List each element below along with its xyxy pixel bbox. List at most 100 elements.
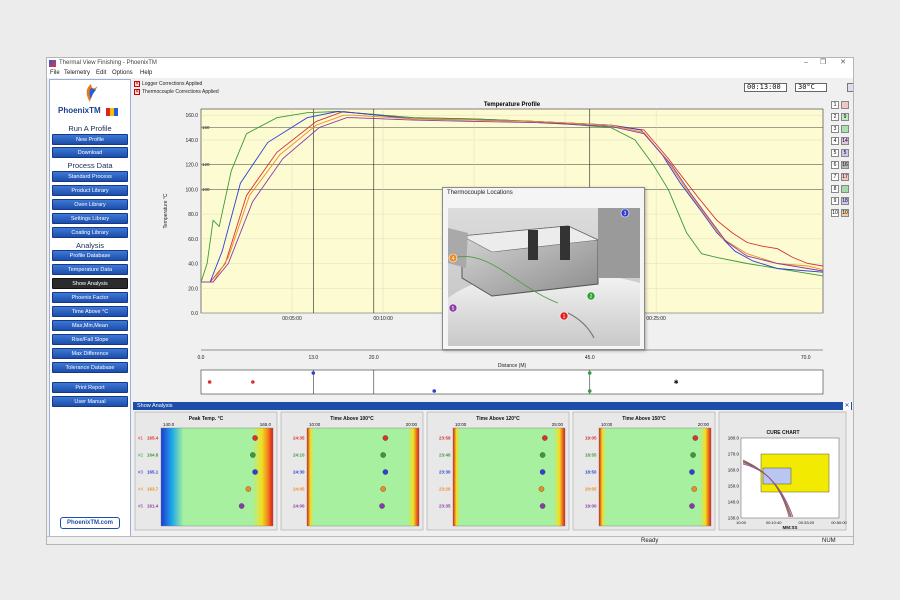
download-button[interactable]: Download bbox=[52, 147, 128, 158]
thermocouple-locations-window[interactable]: Thermocouple Locations 1 2 3 4 5 bbox=[442, 187, 645, 350]
thermocouple-swatch: 17 bbox=[841, 173, 849, 181]
y-tick-label: 100.0 bbox=[185, 187, 198, 193]
minimize-button[interactable]: – bbox=[799, 58, 813, 69]
y-tick-label: 0.0 bbox=[191, 311, 198, 317]
distance-strip: 0.0 13.0 20.0 45.0 70.0 Distance (M) ✱ bbox=[198, 349, 824, 395]
checked-x-icon: ✕ bbox=[134, 80, 140, 87]
cure-chart-panel: CURE CHART130.0140.0150.0160.0170.0180.0… bbox=[718, 411, 848, 531]
tc-id-label: #3 bbox=[138, 470, 144, 475]
checked-x-icon: ✕ bbox=[134, 88, 140, 95]
thermocouple-toggle-10[interactable]: 10 10 bbox=[831, 209, 851, 219]
tc-value-label: 23:35 bbox=[439, 504, 451, 509]
print-report-button[interactable]: Print Report bbox=[52, 382, 128, 393]
time-above-button[interactable]: Time Above °C bbox=[52, 306, 128, 317]
marker-2: 2 bbox=[586, 291, 596, 301]
tolerance-database-button[interactable]: Tolerance Database bbox=[52, 362, 128, 373]
x-tick-label: 00:25:00 bbox=[646, 316, 666, 322]
reference-label: 150 bbox=[202, 125, 210, 130]
logger-corrections-label: Logger Corrections Applied bbox=[142, 81, 203, 87]
show-analysis-panel: Show Analysis ✕ Peak Temp. °C 140.0 165.0 #… bbox=[133, 402, 852, 538]
x-tick-label: 00:10:00 bbox=[373, 316, 393, 322]
distance-tick-label: 45.0 bbox=[585, 355, 595, 361]
profile-database-button[interactable]: Profile Database bbox=[52, 250, 128, 261]
tc-value-label: 24:35 bbox=[293, 436, 305, 441]
thermocouple-swatch: 18 bbox=[841, 197, 849, 205]
oven-photo: 1 2 3 4 5 bbox=[448, 208, 640, 346]
phoenix-factor-button[interactable]: Phoenix Factor bbox=[52, 292, 128, 303]
range-max-label: 25:00 bbox=[552, 422, 564, 427]
logger-corrections-check[interactable]: ✕ Logger Corrections Applied bbox=[134, 80, 202, 88]
rise-fall-slope-button[interactable]: Rise/Fall Slope bbox=[52, 334, 128, 345]
panel-title: Time Above 120°C bbox=[476, 416, 520, 422]
reference-label: 120 bbox=[202, 162, 210, 167]
menu-options[interactable]: Options bbox=[112, 69, 133, 78]
range-min-label: 10:00 bbox=[455, 422, 467, 427]
y-tick-label: 80.0 bbox=[188, 212, 198, 218]
range-max-label: 20:00 bbox=[406, 422, 418, 427]
close-analysis-icon[interactable]: ✕ bbox=[843, 402, 851, 410]
coating-library-button[interactable]: Coating Library bbox=[52, 227, 128, 238]
standard-process-button[interactable]: Standard Process bbox=[52, 171, 128, 182]
thermocouple-toggle-1[interactable]: 1 bbox=[831, 101, 851, 111]
max-min-mean-button[interactable]: Max,Min,Mean bbox=[52, 320, 128, 331]
menu-telemetry[interactable]: Telemetry bbox=[64, 69, 90, 78]
svg-text:2: 2 bbox=[590, 294, 593, 300]
tc-marker bbox=[691, 486, 697, 492]
popup-title: Thermocouple Locations bbox=[447, 190, 513, 196]
thermocouple-swatch: 5 bbox=[841, 149, 849, 157]
phoenixtm-website-link[interactable]: PhoenixTM.com bbox=[60, 517, 120, 529]
range-min-label: 140.0 bbox=[163, 422, 175, 427]
settings-library-button[interactable]: Settings Library bbox=[52, 213, 128, 224]
thermocouple-toggle-9[interactable]: 9 18 bbox=[831, 197, 851, 207]
thermocouple-toggle-3[interactable]: 3 bbox=[831, 125, 851, 135]
thermocouple-swatch: 9 bbox=[841, 113, 849, 121]
marker-1: 1 bbox=[559, 311, 569, 321]
marker-3: 3 bbox=[620, 208, 630, 218]
new-profile-button[interactable]: New Profile bbox=[52, 134, 128, 145]
blue-probe-icon bbox=[432, 389, 437, 393]
menu-edit[interactable]: Edit bbox=[96, 69, 106, 78]
thermocouple-number: 9 bbox=[831, 197, 839, 205]
tc-value-label: 23:48 bbox=[439, 453, 451, 458]
range-max-label: 20:00 bbox=[698, 422, 710, 427]
tc-marker bbox=[689, 503, 695, 509]
thermocouple-toggle-5[interactable]: 55 bbox=[831, 149, 851, 159]
thermocouple-toggle-4[interactable]: 4 14 bbox=[831, 137, 851, 147]
thermocouple-toggle-2[interactable]: 29 bbox=[831, 113, 851, 123]
tc-marker bbox=[689, 469, 695, 475]
show-analysis-button[interactable]: Show Analysis bbox=[52, 278, 128, 289]
maximize-button[interactable]: ❐ bbox=[816, 58, 830, 69]
thermocouple-toggle-8[interactable]: 8 bbox=[831, 185, 851, 195]
cure-y-tick: 170.0 bbox=[728, 452, 740, 457]
thermocouple-number: 5 bbox=[831, 149, 839, 157]
thermocouple-toggle-7[interactable]: 7 17 bbox=[831, 173, 851, 183]
panel-title: Time Above 150°C bbox=[622, 416, 666, 422]
product-library-button[interactable]: Product Library bbox=[52, 185, 128, 196]
y-tick-label: 60.0 bbox=[188, 237, 198, 243]
tc-marker bbox=[690, 452, 696, 458]
cure-x-tick: 00:33:20 bbox=[799, 520, 815, 525]
sidebar: PhoenixTM Run A Profile New Profile Down… bbox=[49, 79, 131, 537]
temperature-data-button[interactable]: Temperature Data bbox=[52, 264, 128, 275]
tc-value-label: 23:58 bbox=[439, 436, 451, 441]
menu-file[interactable]: File bbox=[50, 69, 60, 78]
gradient-bar bbox=[160, 427, 274, 527]
analysis-panels: Peak Temp. °C140.0 165.0#1 165.4#2 164.8#3 1… bbox=[134, 411, 848, 531]
tc-value-label: 165.4 bbox=[147, 436, 159, 441]
distance-tick-label: 70.0 bbox=[801, 355, 811, 361]
close-button[interactable]: ✕ bbox=[836, 58, 850, 69]
menu-help[interactable]: Help bbox=[140, 69, 152, 78]
tc-id-label: #5 bbox=[138, 504, 144, 509]
cure-y-tick: 150.0 bbox=[728, 484, 740, 489]
svg-text:5: 5 bbox=[452, 306, 455, 312]
thermocouple-toggle-6[interactable]: 6 16 bbox=[831, 161, 851, 171]
user-manual-button[interactable]: User Manual bbox=[52, 396, 128, 407]
range-max-label: 165.0 bbox=[260, 422, 272, 427]
zoom-icon[interactable] bbox=[847, 83, 853, 92]
application-window: Thermal View Finishing - PhoenixTM – ❐ ✕… bbox=[46, 57, 854, 545]
oven-library-button[interactable]: Oven Library bbox=[52, 199, 128, 210]
show-analysis-header: Show Analysis ✕ bbox=[133, 402, 852, 410]
max-difference-button[interactable]: Max Difference bbox=[52, 348, 128, 359]
window-title: Thermal View Finishing - PhoenixTM bbox=[59, 60, 157, 66]
tc-value-label: 163.7 bbox=[147, 487, 159, 492]
